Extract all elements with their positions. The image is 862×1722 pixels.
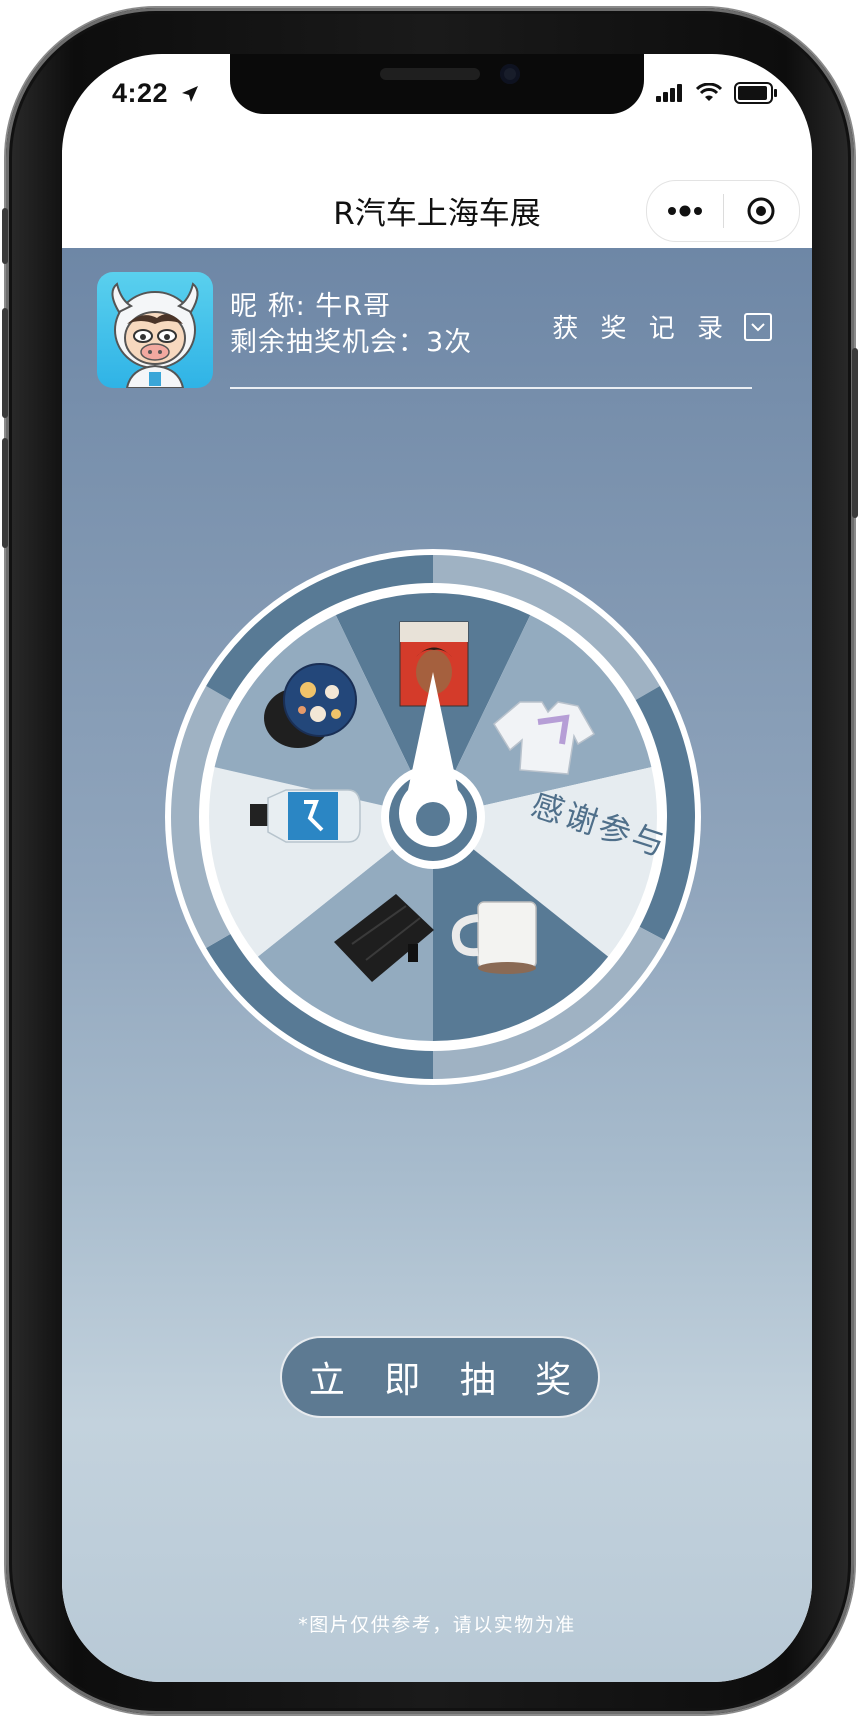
capsule-menu xyxy=(646,180,800,242)
location-arrow-icon xyxy=(182,86,198,102)
wifi-icon xyxy=(696,83,722,101)
screen: 4:22 R汽车上海车展 昵 称: 牛R哥 剩余抽奖机会：3次 获 奖 记 录 … xyxy=(62,54,812,1682)
close-button[interactable] xyxy=(724,181,800,241)
checkbox-icon xyxy=(744,312,772,341)
phone-frame: 4:22 R汽车上海车展 昵 称: 牛R哥 剩余抽奖机会：3次 获 奖 记 录 … xyxy=(2,8,858,1714)
more-button[interactable] xyxy=(647,181,723,241)
header-divider xyxy=(230,387,752,389)
prize-records-link[interactable]: 获 奖 记 录 xyxy=(552,308,772,345)
more-dots-icon xyxy=(667,205,702,217)
draw-now-button[interactable]: 立 即 抽 奖 xyxy=(280,1336,600,1418)
speaker xyxy=(380,68,480,80)
lottery-page: 昵 称: 牛R哥 剩余抽奖机会：3次 获 奖 记 录 感谢参与 立 即 抽 奖 … xyxy=(62,248,812,1682)
battery-icon xyxy=(734,82,777,104)
prize-wheel[interactable]: 感谢参与 xyxy=(138,522,728,1112)
front-camera xyxy=(500,64,520,84)
volume-down-button xyxy=(2,438,8,548)
mute-switch xyxy=(2,208,8,264)
nickname-text: 昵 称: 牛R哥 xyxy=(230,291,392,322)
mini-program-navbar: R汽车上海车展 xyxy=(62,150,812,248)
disclaimer-note: *图片仅供参考，请以实物为准 xyxy=(298,1614,576,1636)
notch xyxy=(230,54,644,114)
remaining-chances-text: 剩余抽奖机会：3次 xyxy=(230,327,473,358)
signal-icon xyxy=(656,84,682,102)
prize-records-label: 获 奖 记 录 xyxy=(552,314,730,344)
volume-up-button xyxy=(2,308,8,418)
avatar[interactable] xyxy=(97,272,213,388)
power-button xyxy=(852,348,858,518)
status-icons xyxy=(656,82,778,104)
cow-avatar-illustration xyxy=(111,282,199,388)
close-target-icon xyxy=(747,197,775,225)
status-time: 4:22 xyxy=(112,78,169,108)
